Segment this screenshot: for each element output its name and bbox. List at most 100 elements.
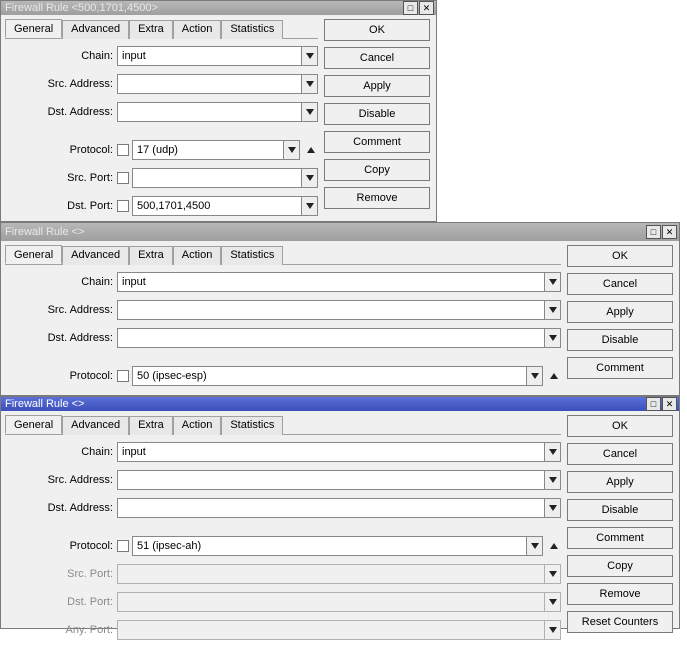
window-title: Firewall Rule <>: [5, 226, 645, 238]
protocol-dropdown-icon[interactable]: [284, 140, 300, 160]
label-chain: Chain:: [5, 276, 117, 288]
tab-action[interactable]: Action: [173, 416, 222, 435]
tab-general[interactable]: General: [5, 19, 62, 38]
protocol-invert-checkbox[interactable]: [117, 144, 129, 156]
protocol-input[interactable]: [132, 536, 527, 556]
copy-button[interactable]: Copy: [567, 555, 673, 577]
side-buttons: OK Cancel Apply Disable Comment Copy Rem…: [567, 411, 679, 645]
protocol-dropdown-icon[interactable]: [527, 366, 543, 386]
tabs: General Advanced Extra Action Statistics: [5, 245, 561, 265]
window-title: Firewall Rule <500,1701,4500>: [5, 2, 402, 14]
ok-button[interactable]: OK: [567, 415, 673, 437]
tab-extra[interactable]: Extra: [129, 246, 173, 265]
restore-icon[interactable]: □: [403, 1, 418, 15]
label-src-address: Src. Address:: [5, 78, 117, 90]
label-dst-port: Dst. Port:: [5, 596, 117, 608]
label-src-address: Src. Address:: [5, 474, 117, 486]
protocol-invert-checkbox[interactable]: [117, 540, 129, 552]
tab-action[interactable]: Action: [173, 20, 222, 39]
label-dst-port: Dst. Port:: [5, 200, 117, 212]
titlebar[interactable]: Firewall Rule <> □ ✕: [1, 223, 679, 241]
any-port-input: [117, 620, 545, 640]
chain-input[interactable]: [117, 442, 545, 462]
cancel-button[interactable]: Cancel: [324, 47, 430, 69]
reset-counters-button[interactable]: Reset Counters: [567, 611, 673, 633]
restore-icon[interactable]: □: [646, 397, 661, 411]
protocol-invert-checkbox[interactable]: [117, 370, 129, 382]
tab-statistics[interactable]: Statistics: [221, 246, 283, 265]
src-address-input[interactable]: [117, 74, 302, 94]
label-dst-address: Dst. Address:: [5, 332, 117, 344]
tab-advanced[interactable]: Advanced: [62, 20, 129, 39]
src-address-input[interactable]: [117, 300, 545, 320]
close-icon[interactable]: ✕: [662, 225, 677, 239]
chain-dropdown-icon[interactable]: [302, 46, 318, 66]
dst-address-input[interactable]: [117, 328, 545, 348]
src-address-dropdown-icon[interactable]: [302, 74, 318, 94]
dst-address-input[interactable]: [117, 498, 545, 518]
src-port-invert-checkbox[interactable]: [117, 172, 129, 184]
protocol-collapse-icon[interactable]: [547, 369, 561, 383]
close-icon[interactable]: ✕: [419, 1, 434, 15]
protocol-dropdown-icon[interactable]: [527, 536, 543, 556]
comment-button[interactable]: Comment: [567, 357, 673, 379]
copy-button[interactable]: Copy: [324, 159, 430, 181]
window-title: Firewall Rule <>: [5, 398, 645, 410]
label-any-port: Any. Port:: [5, 624, 117, 636]
ok-button[interactable]: OK: [324, 19, 430, 41]
src-address-dropdown-icon[interactable]: [545, 300, 561, 320]
close-icon[interactable]: ✕: [662, 397, 677, 411]
protocol-input[interactable]: [132, 140, 284, 160]
ok-button[interactable]: OK: [567, 245, 673, 267]
side-buttons: OK Cancel Apply Disable Comment Copy Rem…: [324, 15, 436, 221]
any-port-dropdown-icon: [545, 620, 561, 640]
dst-address-input[interactable]: [117, 102, 302, 122]
tab-extra[interactable]: Extra: [129, 416, 173, 435]
dst-address-dropdown-icon[interactable]: [302, 102, 318, 122]
tab-advanced[interactable]: Advanced: [62, 246, 129, 265]
dst-address-dropdown-icon[interactable]: [545, 328, 561, 348]
cancel-button[interactable]: Cancel: [567, 443, 673, 465]
protocol-collapse-icon[interactable]: [304, 143, 318, 157]
apply-button[interactable]: Apply: [567, 471, 673, 493]
label-src-port: Src. Port:: [5, 568, 117, 580]
titlebar[interactable]: Firewall Rule <500,1701,4500> □ ✕: [1, 1, 436, 15]
tab-statistics[interactable]: Statistics: [221, 20, 283, 39]
src-port-dropdown-icon[interactable]: [302, 168, 318, 188]
chain-dropdown-icon[interactable]: [545, 272, 561, 292]
apply-button[interactable]: Apply: [567, 301, 673, 323]
src-address-input[interactable]: [117, 470, 545, 490]
tab-general[interactable]: General: [5, 245, 62, 264]
side-buttons: OK Cancel Apply Disable Comment: [567, 241, 679, 395]
remove-button[interactable]: Remove: [324, 187, 430, 209]
remove-button[interactable]: Remove: [567, 583, 673, 605]
tab-action[interactable]: Action: [173, 246, 222, 265]
src-port-dropdown-icon: [545, 564, 561, 584]
disable-button[interactable]: Disable: [567, 329, 673, 351]
apply-button[interactable]: Apply: [324, 75, 430, 97]
dst-port-input[interactable]: [132, 196, 302, 216]
src-port-input[interactable]: [132, 168, 302, 188]
titlebar[interactable]: Firewall Rule <> □ ✕: [1, 397, 679, 411]
restore-icon[interactable]: □: [646, 225, 661, 239]
comment-button[interactable]: Comment: [324, 131, 430, 153]
dst-port-invert-checkbox[interactable]: [117, 200, 129, 212]
disable-button[interactable]: Disable: [324, 103, 430, 125]
label-protocol: Protocol:: [5, 370, 117, 382]
tab-extra[interactable]: Extra: [129, 20, 173, 39]
dst-address-dropdown-icon[interactable]: [545, 498, 561, 518]
dst-port-dropdown-icon[interactable]: [302, 196, 318, 216]
tab-general[interactable]: General: [5, 415, 62, 434]
chain-input[interactable]: [117, 272, 545, 292]
disable-button[interactable]: Disable: [567, 499, 673, 521]
tab-advanced[interactable]: Advanced: [62, 416, 129, 435]
cancel-button[interactable]: Cancel: [567, 273, 673, 295]
comment-button[interactable]: Comment: [567, 527, 673, 549]
src-address-dropdown-icon[interactable]: [545, 470, 561, 490]
protocol-collapse-icon[interactable]: [547, 539, 561, 553]
firewall-rule-window: Firewall Rule <> □ ✕ General Advanced Ex…: [0, 222, 680, 396]
chain-dropdown-icon[interactable]: [545, 442, 561, 462]
protocol-input[interactable]: [132, 366, 527, 386]
tab-statistics[interactable]: Statistics: [221, 416, 283, 435]
chain-input[interactable]: [117, 46, 302, 66]
